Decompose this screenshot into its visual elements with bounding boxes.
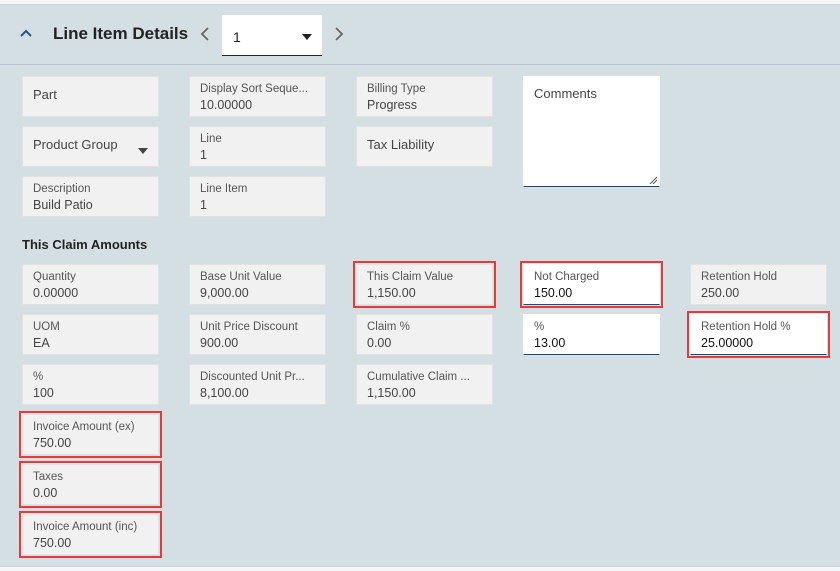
base-unit-value-field[interactable]: Base Unit Value 9,000.00 bbox=[189, 264, 326, 305]
comments-label: Comments bbox=[534, 86, 597, 101]
line-field[interactable]: Line 1 bbox=[189, 126, 326, 167]
claim-percent-label: Claim % bbox=[367, 321, 410, 333]
previous-item-button[interactable] bbox=[196, 24, 214, 44]
cumulative-claim-field[interactable]: Cumulative Claim ... 1,150.00 bbox=[356, 364, 493, 405]
line-value: 1 bbox=[200, 148, 207, 162]
retention-hold-value: 250.00 bbox=[701, 286, 740, 300]
quantity-field[interactable]: Quantity 0.00000 bbox=[22, 264, 159, 305]
caret-down-icon bbox=[138, 148, 148, 154]
claim-percent-value: 0.00 bbox=[367, 336, 392, 350]
chevron-up-icon bbox=[20, 29, 32, 37]
quantity-label: Quantity bbox=[33, 271, 76, 283]
line-item-select-value: 1 bbox=[233, 29, 241, 45]
retention-hold-percent-input[interactable]: Retention Hold % 25.00000 bbox=[687, 311, 830, 358]
billing-type-label: Billing Type bbox=[367, 83, 426, 95]
invoice-amount-ex-field[interactable]: Invoice Amount (ex) 750.00 bbox=[19, 411, 162, 458]
uom-value: EA bbox=[33, 336, 50, 350]
claim-amounts-heading: This Claim Amounts bbox=[22, 237, 148, 252]
quantity-value: 0.00000 bbox=[33, 286, 79, 300]
discounted-unit-price-label: Discounted Unit Pr... bbox=[200, 371, 305, 383]
display-sort-sequence-label: Display Sort Seque... bbox=[200, 83, 309, 95]
product-group-label: Product Group bbox=[33, 137, 118, 152]
percent-value: 100 bbox=[33, 386, 54, 400]
claim-percent-field[interactable]: Claim % 0.00 bbox=[356, 314, 493, 355]
this-claim-value-value: 1,150.00 bbox=[367, 286, 416, 300]
chevron-right-icon bbox=[335, 27, 344, 41]
unit-price-discount-field[interactable]: Unit Price Discount 900.00 bbox=[189, 314, 326, 355]
base-unit-value-value: 9,000.00 bbox=[200, 286, 249, 300]
description-value: Build Patio bbox=[33, 198, 93, 212]
product-group-select[interactable]: Product Group bbox=[22, 126, 159, 167]
not-charged-label: Not Charged bbox=[534, 271, 600, 283]
description-field[interactable]: Description Build Patio bbox=[22, 176, 159, 217]
section-title: Line Item Details bbox=[53, 24, 189, 43]
discounted-unit-price-field[interactable]: Discounted Unit Pr... 8,100.00 bbox=[189, 364, 326, 405]
section-header: Line Item Details 1 bbox=[0, 5, 840, 65]
resize-grip-icon[interactable] bbox=[649, 176, 657, 184]
cumulative-claim-label: Cumulative Claim ... bbox=[367, 371, 470, 383]
tax-liability-field[interactable]: Tax Liability bbox=[356, 126, 493, 167]
line-item-field[interactable]: Line Item 1 bbox=[189, 176, 326, 217]
percent-input[interactable]: % 13.00 bbox=[523, 314, 660, 355]
taxes-value: 0.00 bbox=[33, 486, 58, 500]
part-label: Part bbox=[33, 87, 57, 102]
line-item-value: 1 bbox=[200, 198, 207, 212]
this-claim-value-label: This Claim Value bbox=[367, 271, 454, 283]
invoice-amount-inc-label: Invoice Amount (inc) bbox=[33, 521, 138, 533]
taxes-label: Taxes bbox=[33, 471, 64, 483]
invoice-amount-ex-label: Invoice Amount (ex) bbox=[33, 421, 135, 433]
billing-type-value: Progress bbox=[367, 98, 418, 112]
not-charged-input[interactable]: Not Charged 150.00 bbox=[520, 261, 663, 308]
caret-down-icon bbox=[302, 34, 312, 40]
line-item-label: Line Item bbox=[200, 183, 248, 195]
collapse-section-button[interactable] bbox=[16, 23, 36, 43]
this-claim-value-field[interactable]: This Claim Value 1,150.00 bbox=[353, 261, 496, 308]
part-field[interactable]: Part bbox=[22, 76, 159, 117]
percent-input-label: % bbox=[534, 321, 545, 333]
next-item-button[interactable] bbox=[330, 24, 348, 44]
not-charged-value: 150.00 bbox=[534, 286, 573, 300]
chevron-left-icon bbox=[200, 27, 209, 41]
line-label: Line bbox=[200, 133, 222, 145]
line-item-select[interactable]: 1 bbox=[222, 15, 322, 56]
uom-label: UOM bbox=[33, 321, 60, 333]
invoice-amount-inc-field[interactable]: Invoice Amount (inc) 750.00 bbox=[19, 511, 162, 558]
invoice-amount-ex-value: 750.00 bbox=[33, 436, 72, 450]
percent-label: % bbox=[33, 371, 44, 383]
unit-price-discount-value: 900.00 bbox=[200, 336, 239, 350]
retention-hold-field[interactable]: Retention Hold 250.00 bbox=[690, 264, 827, 305]
retention-hold-percent-value: 25.00000 bbox=[701, 336, 754, 350]
taxes-field[interactable]: Taxes 0.00 bbox=[19, 461, 162, 508]
description-label: Description bbox=[33, 183, 91, 195]
tax-liability-label: Tax Liability bbox=[367, 137, 435, 152]
invoice-amount-inc-value: 750.00 bbox=[33, 536, 72, 550]
retention-hold-label: Retention Hold bbox=[701, 271, 778, 283]
display-sort-sequence-field[interactable]: Display Sort Seque... 10.00000 bbox=[189, 76, 326, 117]
retention-hold-percent-label: Retention Hold % bbox=[701, 321, 791, 333]
discounted-unit-price-value: 8,100.00 bbox=[200, 386, 249, 400]
uom-field[interactable]: UOM EA bbox=[22, 314, 159, 355]
billing-type-field[interactable]: Billing Type Progress bbox=[356, 76, 493, 117]
percent-field[interactable]: % 100 bbox=[22, 364, 159, 405]
comments-textarea[interactable]: Comments bbox=[523, 76, 660, 187]
base-unit-value-label: Base Unit Value bbox=[200, 271, 282, 283]
display-sort-sequence-value: 10.00000 bbox=[200, 98, 253, 112]
bottom-border bbox=[0, 566, 840, 571]
percent-input-value: 13.00 bbox=[534, 336, 566, 350]
cumulative-claim-value: 1,150.00 bbox=[367, 386, 416, 400]
unit-price-discount-label: Unit Price Discount bbox=[200, 321, 298, 333]
